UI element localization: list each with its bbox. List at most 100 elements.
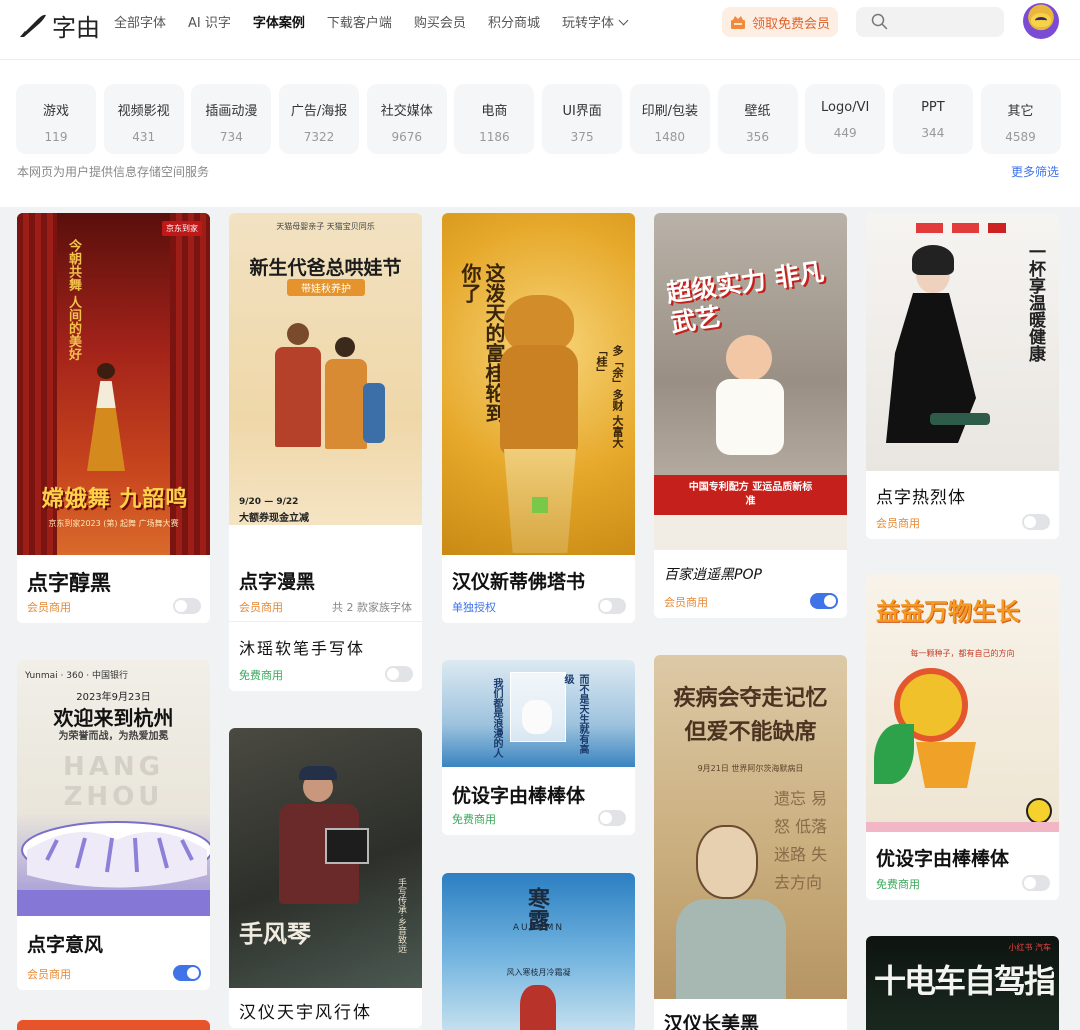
brand-row — [916, 223, 1006, 233]
case-caption: 点字漫黑 会员商用 共 2 款家族字体 沐瑶软笔手写体 免费商用 — [229, 555, 422, 691]
case-card[interactable]: 这泼天的富桂轮到你了 多「余」多财 大富大「桂」 汉仪新蒂佛塔书 单独授权 — [442, 213, 635, 623]
pink-footer — [866, 822, 1059, 832]
flower-pot — [916, 742, 976, 788]
category-logo-vi[interactable]: Logo/VI 449 — [805, 84, 886, 154]
preview-toggle[interactable] — [173, 965, 201, 981]
category-video[interactable]: 视频影视 431 — [103, 84, 184, 154]
nav-all-fonts[interactable]: 全部字体 — [114, 12, 166, 31]
font-name[interactable]: 点字意风 — [27, 930, 103, 957]
font-family-count[interactable]: 共 2 款家族字体 — [332, 599, 412, 615]
case-card[interactable] — [17, 1020, 210, 1030]
font-name[interactable]: 汉仪新蒂佛塔书 — [452, 567, 585, 594]
category-game[interactable]: 游戏 119 — [16, 84, 96, 154]
preview-toggle[interactable] — [598, 810, 626, 826]
poster-headline: 疾病会夺走记忆 但爱不能缺席 — [673, 685, 828, 745]
case-card[interactable]: 益益万物生长 每一颗种子，都有自己的方向 优设字由棒棒体 免费商用 — [866, 574, 1059, 900]
case-caption: 汉仪长美黑 — [654, 999, 847, 1030]
case-thumbnail: 一杯享温暖健康 — [866, 213, 1059, 471]
category-print-packaging[interactable]: 印刷/包装 1480 — [629, 84, 710, 154]
case-card[interactable]: Yunmai · 360 · 中国银行 2023年9月23日 欢迎来到杭州 为荣… — [17, 660, 210, 990]
case-card[interactable]: 我们都是浪漫的人 而不是天生就有高级 优设字由棒棒体 免费商用 — [442, 660, 635, 835]
main-nav: 全部字体 AI 识字 字体案例 下载客户端 购买会员 积分商城 玩转字体 — [114, 0, 649, 42]
case-grid: 京东到家 今朝共舞 人间的美好 嫦娥舞 九韶鸣 京东到家2023 (第) 起舞 … — [0, 207, 1080, 1030]
category-illustration[interactable]: 插画动漫 734 — [191, 84, 272, 154]
elder-head — [696, 825, 758, 899]
case-caption: 优设字由棒棒体 免费商用 — [866, 832, 1059, 900]
category-ui[interactable]: UI界面 375 — [542, 84, 623, 154]
case-card[interactable]: 小红书 汽车 十电车自驾指南 — [866, 936, 1059, 1030]
poster-side-text: 今朝共舞 人间的美好 — [66, 239, 81, 361]
case-thumbnail: 京东到家 今朝共舞 人间的美好 嫦娥舞 九韶鸣 京东到家2023 (第) 起舞 … — [17, 213, 210, 555]
poster-headline: 一杯享温暖健康 — [1025, 243, 1045, 362]
category-label: 印刷/包装 — [641, 104, 698, 119]
stadium-illustration — [17, 821, 210, 916]
case-card[interactable]: 京东到家 今朝共舞 人间的美好 嫦娥舞 九韶鸣 京东到家2023 (第) 起舞 … — [17, 213, 210, 623]
category-social-media[interactable]: 社交媒体 9676 — [366, 84, 447, 154]
nav-download-client[interactable]: 下载客户端 — [327, 12, 392, 31]
font-name[interactable]: 优设字由棒棒体 — [452, 781, 585, 808]
category-label: PPT — [921, 100, 945, 115]
case-thumbnail: 我们都是浪漫的人 而不是天生就有高级 — [442, 660, 635, 767]
preview-toggle[interactable] — [810, 593, 838, 609]
nav-ai-recognize[interactable]: AI 识字 — [188, 12, 231, 31]
category-ad-poster[interactable]: 广告/海报 7322 — [279, 84, 360, 154]
child-figure — [363, 383, 385, 443]
category-ppt[interactable]: PPT 344 — [892, 84, 973, 154]
category-label: 插画动漫 — [205, 104, 258, 119]
preview-toggle[interactable] — [1022, 514, 1050, 530]
poster-side-text: 多「余」多财 大富大「桂」 — [595, 345, 624, 448]
nav-points-mall[interactable]: 积分商城 — [488, 12, 540, 31]
claim-free-vip-button[interactable]: 领取免费会员 — [722, 7, 838, 37]
brush-logo-icon — [20, 14, 46, 37]
category-wallpaper[interactable]: 壁纸 356 — [717, 84, 798, 154]
more-filter-link[interactable]: 更多筛选 — [1011, 163, 1059, 180]
category-ecommerce[interactable]: 电商 1186 — [454, 84, 535, 154]
case-card[interactable]: 天猫母婴亲子 天猫宝贝同乐 新生代爸总哄娃节 带娃秋养护 9/20 — 9/22… — [229, 213, 422, 691]
nav-buy-membership[interactable]: 购买会员 — [414, 12, 466, 31]
poster-headline: 寒露 — [524, 887, 550, 931]
font-name[interactable]: 点字热烈体 — [876, 483, 966, 508]
category-other[interactable]: 其它 4589 — [980, 84, 1061, 154]
logo-text: 字由 — [52, 14, 100, 42]
category-label: 游戏 — [42, 104, 69, 119]
category-count: 7322 — [303, 130, 335, 144]
preview-toggle[interactable] — [598, 598, 626, 614]
father-coat — [275, 347, 321, 447]
category-count: 375 — [570, 130, 594, 144]
mother-figure — [335, 337, 355, 357]
case-card[interactable]: 超级实力 非凡武艺 中国专利配方 亚运品质新标准 百家逍遥黑POP 会员商用 — [654, 213, 847, 618]
font-name[interactable]: 点字醇黑 — [27, 567, 111, 597]
tiger-body — [500, 345, 578, 455]
poster-date: 9月21日 世界阿尔茨海默病日 — [697, 764, 804, 773]
font-name[interactable]: 汉仪天宇风行体 — [239, 998, 372, 1023]
poster-headline: 益益万物生长 — [876, 597, 1020, 626]
font-name[interactable]: 百家逍遥黑POP — [664, 564, 762, 584]
nav-play-fonts[interactable]: 玩转字体 — [562, 12, 629, 31]
poster-date: 9/20 — 9/22 — [239, 497, 299, 507]
brand-row: Yunmai · 360 · 中国银行 — [25, 671, 128, 681]
category-count: 4589 — [1005, 130, 1036, 144]
font-name[interactable]: 汉仪长美黑 — [664, 1009, 759, 1030]
font-name[interactable]: 点字漫黑 — [239, 567, 315, 594]
case-card[interactable]: 一杯享温暖健康 点字热烈体 会员商用 — [866, 213, 1059, 539]
top-header: 字由 全部字体 AI 识字 字体案例 下载客户端 购买会员 积分商城 玩转字体 … — [0, 0, 1080, 60]
font-name[interactable]: 沐瑶软笔手写体 — [239, 635, 365, 659]
font-name[interactable]: 优设字由棒棒体 — [876, 844, 1009, 871]
category-label: 社交媒体 — [380, 104, 433, 119]
license-label: 会员商用 — [876, 517, 920, 530]
license-label: 会员商用 — [27, 968, 71, 981]
preview-toggle[interactable] — [1022, 875, 1050, 891]
case-card[interactable]: 疾病会夺走记忆 但爱不能缺席 9月21日 世界阿尔茨海默病日 遗忘 易怒 低落 … — [654, 655, 847, 1030]
poster-subtitle: 每一颗种子，都有自己的方向 — [910, 649, 1015, 658]
user-avatar[interactable] — [1023, 3, 1059, 39]
site-logo[interactable]: 字由 — [18, 8, 100, 43]
nav-font-cases[interactable]: 字体案例 — [253, 12, 305, 31]
preview-toggle[interactable] — [173, 598, 201, 614]
poster-brand: 小红书 汽车 — [1008, 943, 1051, 952]
caption-divider — [229, 621, 422, 622]
storage-notice: 本网页为用户提供信息存储空间服务 — [17, 165, 210, 179]
category-label: UI界面 — [562, 104, 602, 119]
case-card[interactable]: 手写传承·乡音致远 手风琴 汉仪天宇风行体 — [229, 728, 422, 1028]
preview-toggle[interactable] — [385, 666, 413, 682]
case-card[interactable]: 寒露 AUTUMN 风入寒枝月冷霜凝 — [442, 873, 635, 1030]
